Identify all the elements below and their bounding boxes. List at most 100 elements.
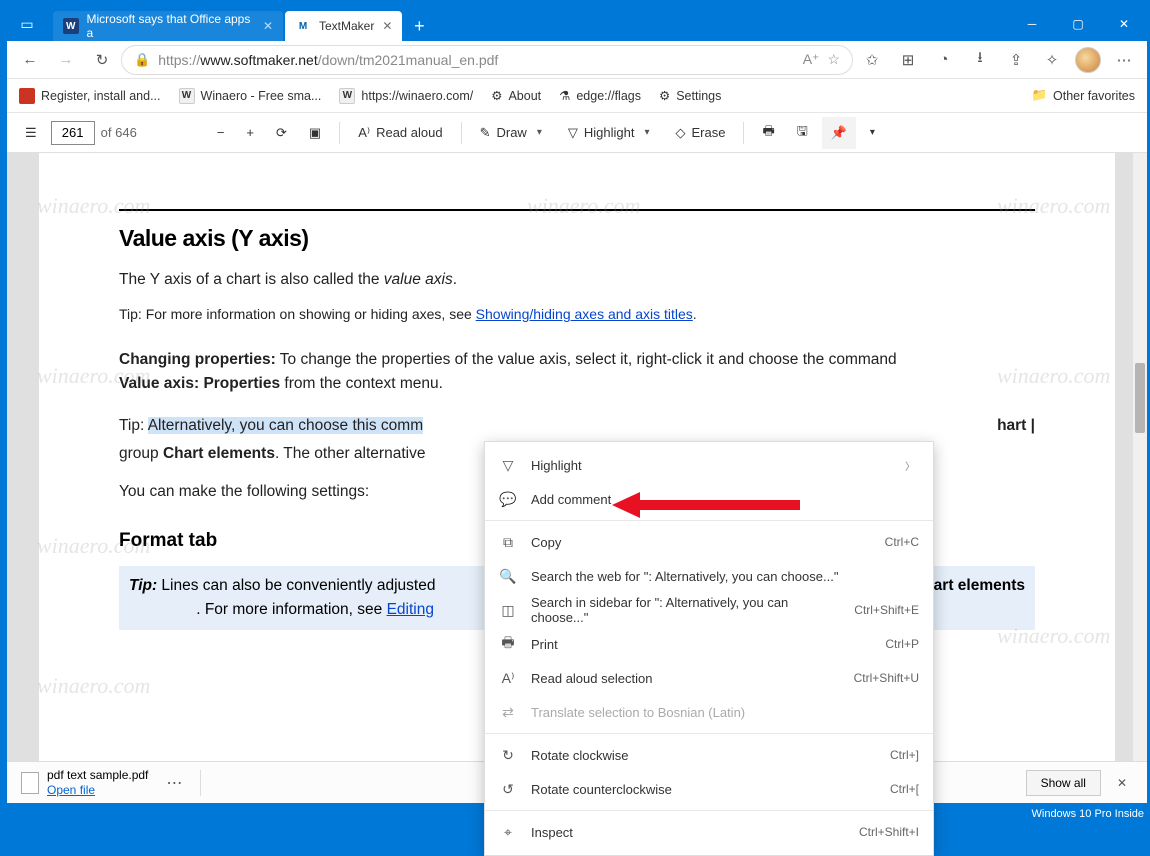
ctx-print[interactable]: 🖶PrintCtrl+P [485, 627, 933, 661]
translate-icon: ⇄ [499, 704, 517, 721]
ctx-search-sidebar[interactable]: ◫Search in sidebar for ": Alternatively,… [485, 593, 933, 627]
search-icon: 🔍 [499, 568, 517, 585]
other-favorites[interactable]: 📁Other favorites [1031, 88, 1135, 103]
extensions-icon[interactable]: ✧ [1035, 44, 1069, 76]
address-bar-row: ← → ↻ 🔒 https://www.softmaker.net/down/t… [7, 41, 1147, 79]
chevron-right-icon: 〉 [901, 458, 919, 473]
doc-link[interactable]: Showing/hiding axes and axis titles [476, 306, 693, 322]
favicon-icon [19, 88, 35, 104]
more-icon[interactable]: ⋯ [1107, 44, 1141, 76]
refresh-button[interactable]: ↻ [85, 44, 119, 76]
back-button[interactable]: ← [13, 44, 47, 76]
collections-icon[interactable]: ⊞ [891, 44, 925, 76]
ctx-rotate-ccw[interactable]: ↺Rotate counterclockwiseCtrl+[ [485, 772, 933, 806]
ctx-read-aloud[interactable]: A⁾Read aloud selectionCtrl+Shift+U [485, 661, 933, 695]
downloads-icon[interactable]: ⭳ [963, 44, 997, 76]
inspect-icon: ⌖ [499, 824, 517, 841]
annotation-arrow [612, 490, 802, 525]
copy-icon: ⧉ [499, 534, 517, 551]
erase-button[interactable]: ◇Erase [667, 117, 733, 149]
speaker-icon: A⁾ [499, 670, 517, 687]
flask-icon: ⚗ [559, 88, 570, 103]
address-bar[interactable]: 🔒 https://www.softmaker.net/down/tm2021m… [121, 45, 853, 75]
favicon-icon: W [179, 88, 195, 104]
ctx-copy[interactable]: ⧉CopyCtrl+C [485, 525, 933, 559]
ctx-rotate-cw[interactable]: ↻Rotate clockwiseCtrl+] [485, 738, 933, 772]
eraser-icon: ◇ [675, 125, 685, 141]
favicon-icon: W [339, 88, 355, 104]
close-tab-icon[interactable]: ✕ [382, 19, 392, 33]
url-text: https://www.softmaker.net/down/tm2021man… [158, 52, 795, 68]
reader-icon[interactable]: A⁺ [803, 51, 820, 68]
pin-toolbar-button[interactable]: 📌 [822, 117, 856, 149]
tab-label: TextMaker [319, 19, 374, 33]
bookmark-item[interactable]: ⚙Settings [659, 88, 721, 103]
highlighter-icon: ▽ [568, 125, 578, 141]
comment-icon: 💬 [499, 491, 517, 508]
body-text: The Y axis of a chart is also called the… [119, 268, 1035, 292]
profile-avatar[interactable] [1071, 44, 1105, 76]
doc-link[interactable]: Editing [387, 601, 434, 618]
scroll-thumb[interactable] [1135, 363, 1145, 433]
ctx-highlight[interactable]: ▽Highlight〉 [485, 448, 933, 482]
rotate-cw-icon: ↻ [499, 747, 517, 764]
history-icon[interactable]: ◔ [927, 44, 961, 76]
print-icon: 🖶 [499, 632, 517, 656]
page-total: of 646 [101, 125, 137, 140]
body-text: Changing properties: To change the prope… [119, 348, 1035, 396]
contents-icon[interactable]: ☰ [17, 117, 45, 149]
fit-page-icon[interactable]: ▣ [301, 117, 329, 149]
zoom-out-button[interactable]: − [209, 117, 233, 149]
bookmark-item[interactable]: WWinaero - Free sma... [179, 88, 322, 104]
gear-icon: ⚙ [659, 88, 670, 103]
highlight-button[interactable]: ▽Highlight▾ [560, 117, 662, 149]
new-tab-button[interactable]: + [404, 11, 434, 41]
download-item[interactable]: pdf text sample.pdf Open file [21, 768, 148, 797]
forward-button: → [49, 44, 83, 76]
share-icon[interactable]: ⇪ [999, 44, 1033, 76]
body-text: Tip: For more information on showing or … [119, 304, 1035, 326]
zoom-in-button[interactable]: + [238, 117, 262, 149]
page-input[interactable] [51, 121, 95, 145]
rotate-icon[interactable]: ⟳ [268, 117, 295, 149]
draw-button[interactable]: ✎Draw▾ [472, 117, 554, 149]
minimize-button[interactable]: ─ [1009, 7, 1055, 41]
favorites-bar: Register, install and... WWinaero - Free… [7, 79, 1147, 113]
close-tab-icon[interactable]: ✕ [263, 19, 273, 33]
favorites-icon[interactable]: ✩ [855, 44, 889, 76]
titlebar: ▭ W Microsoft says that Office apps a ✕ … [7, 7, 1147, 41]
bookmark-item[interactable]: Register, install and... [19, 88, 161, 104]
rotate-ccw-icon: ↺ [499, 781, 517, 798]
download-more-icon[interactable]: ⋯ [158, 773, 190, 793]
folder-icon: 📁 [1031, 88, 1047, 103]
chevron-down-icon[interactable]: ▾ [533, 127, 546, 138]
close-downloads-icon[interactable]: ✕ [1111, 772, 1133, 794]
chevron-down-icon[interactable]: ▾ [640, 127, 653, 138]
bookmark-item[interactable]: ⚗edge://flags [559, 88, 641, 103]
tab-inactive[interactable]: W Microsoft says that Office apps a ✕ [53, 11, 283, 41]
selected-text: Alternatively, you can choose this comm [148, 417, 423, 434]
bookmark-item[interactable]: ⚙About [491, 88, 541, 103]
star-icon[interactable]: ☆ [827, 51, 840, 68]
save-icon[interactable]: 🖫 [789, 117, 816, 149]
pdf-toolbar: ☰ of 646 − + ⟳ ▣ A⁾Read aloud ✎Draw▾ ▽Hi… [7, 113, 1147, 153]
read-aloud-button[interactable]: A⁾Read aloud [350, 117, 450, 149]
body-text: Tip: Alternatively, you can choose this … [119, 414, 1035, 438]
maximize-button[interactable]: ▢ [1055, 7, 1101, 41]
chevron-down-icon[interactable]: ▾ [862, 117, 883, 149]
ctx-inspect[interactable]: ⌖InspectCtrl+Shift+I [485, 815, 933, 849]
gear-icon: ⚙ [491, 88, 502, 103]
speaker-icon: A⁾ [358, 125, 370, 141]
open-file-link[interactable]: Open file [47, 783, 148, 797]
ctx-search-web[interactable]: 🔍Search the web for ": Alternatively, yo… [485, 559, 933, 593]
tab-active[interactable]: M TextMaker ✕ [285, 11, 402, 41]
bookmark-item[interactable]: Whttps://winaero.com/ [339, 88, 473, 104]
file-icon [21, 772, 39, 794]
scrollbar[interactable] [1133, 153, 1147, 803]
print-icon[interactable]: 🖶 [754, 117, 782, 149]
show-all-button[interactable]: Show all [1026, 770, 1101, 796]
close-window-button[interactable]: ✕ [1101, 7, 1147, 41]
page-heading: Value axis (Y axis) [119, 225, 1035, 252]
sidebar-icon: ◫ [499, 602, 517, 619]
pen-icon: ✎ [480, 125, 491, 141]
